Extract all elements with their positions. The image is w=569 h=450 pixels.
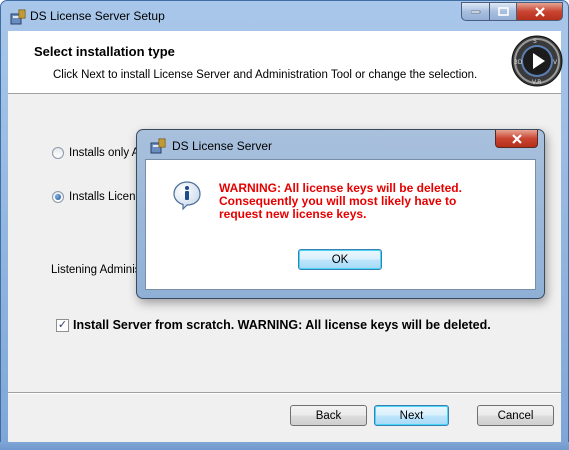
radio-install-admin-only[interactable]: Installs only A — [52, 147, 139, 159]
info-icon — [173, 181, 201, 210]
maximize-icon — [497, 7, 509, 16]
title-bar[interactable]: DS License Server Setup — [1, 1, 568, 31]
close-button[interactable] — [516, 2, 563, 21]
radio-label: Installs only A — [69, 147, 140, 159]
listening-label: Listening Adminis — [51, 264, 141, 276]
svg-text:V.R: V.R — [532, 79, 541, 86]
footer-separator — [8, 392, 561, 394]
warning-dialog: DS License Server WARNING: All license k… — [136, 129, 545, 299]
install-from-scratch-checkbox[interactable]: ✓ Install Server from scratch. WARNING: … — [56, 318, 491, 332]
ok-button[interactable]: OK — [298, 249, 382, 270]
page-title: Select installation type — [34, 44, 175, 59]
close-icon — [534, 6, 545, 17]
checkbox-label: Install Server from scratch. WARNING: Al… — [73, 318, 491, 332]
dialog-message-line: request new license keys. — [219, 207, 367, 221]
radio-install-license-server[interactable]: Installs Licenc — [52, 191, 141, 203]
dialog-body: WARNING: All license keys will be delete… — [145, 159, 536, 290]
radio-button[interactable] — [52, 147, 64, 159]
wizard-header: Select installation type Click Next to i… — [8, 31, 563, 94]
maximize-button[interactable] — [489, 2, 516, 21]
window-bottom-frame — [0, 442, 569, 450]
svg-text:S: S — [533, 38, 537, 45]
minimize-button[interactable] — [461, 2, 489, 21]
svg-text:3D: 3D — [514, 59, 523, 66]
dialog-message: WARNING: All license keys will be delete… — [219, 182, 462, 221]
dialog-title: DS License Server — [172, 139, 273, 153]
checkbox-checked[interactable]: ✓ — [56, 318, 69, 332]
back-button[interactable]: Back — [290, 405, 367, 426]
ds-logo-icon: 3D V S V.R — [511, 35, 563, 87]
next-button[interactable]: Next — [374, 405, 449, 426]
radio-button-selected[interactable] — [52, 191, 64, 203]
page-subtitle: Click Next to install License Server and… — [53, 69, 478, 81]
radio-label: Installs Licenc — [69, 191, 142, 203]
cancel-button[interactable]: Cancel — [477, 405, 554, 426]
window-title: DS License Server Setup — [30, 9, 165, 23]
dialog-close-button[interactable] — [495, 130, 538, 148]
minimize-icon — [470, 10, 480, 13]
installer-icon — [150, 138, 166, 154]
caption-buttons — [461, 2, 563, 22]
installer-icon — [10, 9, 26, 25]
close-icon — [511, 133, 522, 144]
